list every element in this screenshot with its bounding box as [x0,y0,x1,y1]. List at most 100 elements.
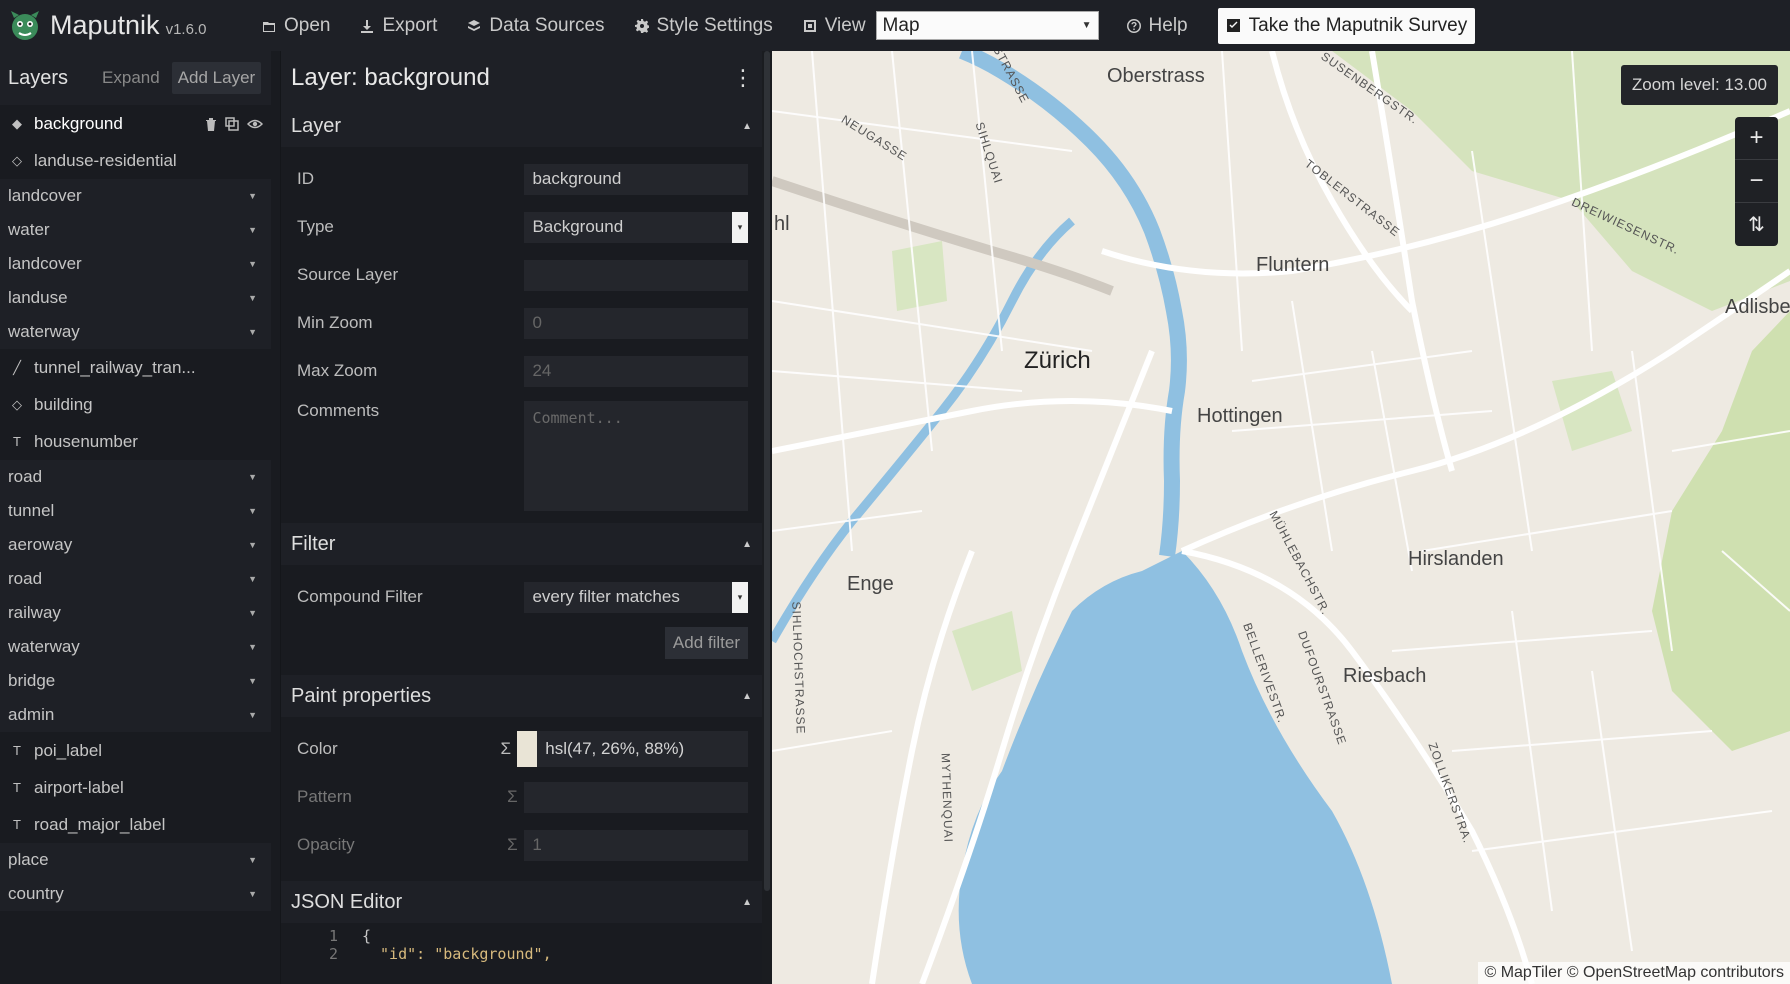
lake-zurich [958,551,1392,984]
source-layer-input[interactable] [524,259,748,291]
chevron-down-icon[interactable]: ▼ [248,642,257,652]
id-label: ID [297,169,314,188]
min-zoom-input[interactable]: 0 [524,307,748,339]
chevron-down-icon[interactable]: ▼ [248,855,257,865]
editor-scrollbar-thumb[interactable] [764,51,770,891]
limmat-river [958,51,1187,558]
style-settings-button[interactable]: Style Settings [634,0,773,51]
layer-editor-title: Layer: background [291,64,490,91]
chevron-down-icon: ▼ [1081,20,1092,31]
add-layer-button[interactable]: Add Layer [171,62,262,94]
chevron-down-icon[interactable]: ▼ [248,225,257,235]
layer-group-17[interactable]: admin ▼ [0,698,271,732]
expression-sigma-icon[interactable]: Σ [501,835,525,855]
expression-sigma-icon[interactable]: Σ [494,739,517,759]
layer-group-2[interactable]: landcover ▼ [0,179,271,213]
layer-item-1[interactable]: ◇ landuse-residential [0,142,271,179]
type-select[interactable]: Background ▾ [524,211,748,243]
layer-actions [205,116,263,131]
opacity-label: Opacity [297,835,355,854]
id-input[interactable]: background [524,163,748,195]
min-zoom-field-row: Min Zoom 0 [297,299,748,347]
view-select[interactable]: Map ▼ [875,11,1099,40]
layer-item-18[interactable]: Tpoi_label [0,732,271,769]
data-sources-label: Data Sources [489,14,605,36]
id-field-row: ID background [297,155,748,203]
more-options-icon[interactable]: ⋮ [732,65,754,91]
open-button[interactable]: Open [262,0,330,51]
layer-group-21[interactable]: place ▼ [0,843,271,877]
help-button[interactable]: Help [1126,0,1188,51]
chevron-down-icon[interactable]: ▼ [248,608,257,618]
layer-group-14[interactable]: railway ▼ [0,596,271,630]
layer-group-10[interactable]: road ▼ [0,460,271,494]
layer-group-15[interactable]: waterway ▼ [0,630,271,664]
zoom-out-button[interactable]: − [1735,160,1778,203]
layer-group-13[interactable]: road ▼ [0,562,271,596]
layer-group-22[interactable]: country ▼ [0,877,271,911]
chevron-down-icon[interactable]: ▼ [248,327,257,337]
layer-item-7[interactable]: ╱ tunnel_railway_tran... [0,349,271,386]
map-attribution[interactable]: © MapTiler © OpenStreetMap contributors [1478,962,1790,984]
json-editor-header[interactable]: JSON Editor ▲ [281,881,762,923]
add-filter-button[interactable]: Add filter [664,627,748,659]
expand-button[interactable]: Expand [96,62,166,94]
chevron-down-icon[interactable]: ▼ [248,259,257,269]
json-editor-title: JSON Editor [291,890,403,913]
chevron-down-icon[interactable]: ▼ [248,710,257,720]
chevron-down-icon[interactable]: ▼ [248,472,257,482]
layer-item-0[interactable]: ◆ background [0,105,271,142]
layer-label: landuse-residential [34,150,177,170]
color-field-row: Color Σ hsl(47, 26%, 88%) [297,725,748,773]
survey-label: Take the Maputnik Survey [1248,14,1468,36]
open-icon [263,21,275,32]
data-sources-button[interactable]: Data Sources [467,0,605,51]
layer-item-8[interactable]: ◇ building [0,386,271,423]
duplicate-icon[interactable] [225,116,239,131]
layer-group-3[interactable]: water ▼ [0,213,271,247]
layer-group-12[interactable]: aeroway ▼ [0,528,271,562]
expression-sigma-icon[interactable]: Σ [501,787,525,807]
zoom-in-button[interactable]: + [1735,117,1778,160]
layer-group-11[interactable]: tunnel ▼ [0,494,271,528]
compound-filter-select[interactable]: every filter matches ▾ [524,581,748,613]
color-swatch[interactable] [517,731,538,767]
layer-item-19[interactable]: Tairport-label [0,769,271,806]
chevron-down-icon[interactable]: ▼ [248,293,257,303]
json-code-editor[interactable]: 1 { 2 "id": "background", [281,923,762,963]
delete-icon[interactable] [205,117,217,131]
max-zoom-input[interactable]: 24 [524,355,748,387]
compass-button[interactable]: ⇅ [1735,203,1778,246]
layer-group-label: admin [8,705,55,724]
map-view[interactable]: Oberstrass Fluntern Zürich Hottingen Eng… [772,51,1790,984]
layer-section-header[interactable]: Layer ▲ [281,105,762,147]
chevron-down-icon[interactable]: ▼ [248,676,257,686]
chevron-down-icon[interactable]: ▼ [248,506,257,516]
layer-group-16[interactable]: bridge ▼ [0,664,271,698]
app-logo[interactable]: Maputnik v1.6.0 [0,9,262,43]
park-area [892,241,947,311]
export-button[interactable]: Export [360,0,437,51]
chevron-down-icon[interactable]: ▼ [248,191,257,201]
layer-label: poi_label [34,740,103,760]
filter-section-header[interactable]: Filter ▲ [281,523,762,565]
layer-group-4[interactable]: landcover ▼ [0,247,271,281]
pattern-input[interactable] [524,781,748,813]
layer-group-label: road [8,569,43,588]
fill-outline-icon: ◇ [12,152,22,168]
layer-item-20[interactable]: Troad_major_label [0,806,271,843]
map-place-label: Oberstrass [1107,65,1205,87]
chevron-down-icon[interactable]: ▼ [248,540,257,550]
layer-item-9[interactable]: Thousenumber [0,423,271,460]
paint-section-header[interactable]: Paint properties ▲ [281,675,762,717]
comments-textarea[interactable]: Comment... [524,401,748,511]
chevron-down-icon[interactable]: ▼ [248,574,257,584]
opacity-input[interactable]: 1 [524,829,748,861]
layer-group-6[interactable]: waterway ▼ [0,315,271,349]
layer-label: building [34,394,93,414]
layer-group-5[interactable]: landuse ▼ [0,281,271,315]
color-input[interactable]: hsl(47, 26%, 88%) [517,731,748,767]
chevron-down-icon[interactable]: ▼ [248,889,257,899]
survey-button[interactable]: Take the Maputnik Survey [1217,7,1476,44]
visibility-eye-icon[interactable] [247,117,263,131]
